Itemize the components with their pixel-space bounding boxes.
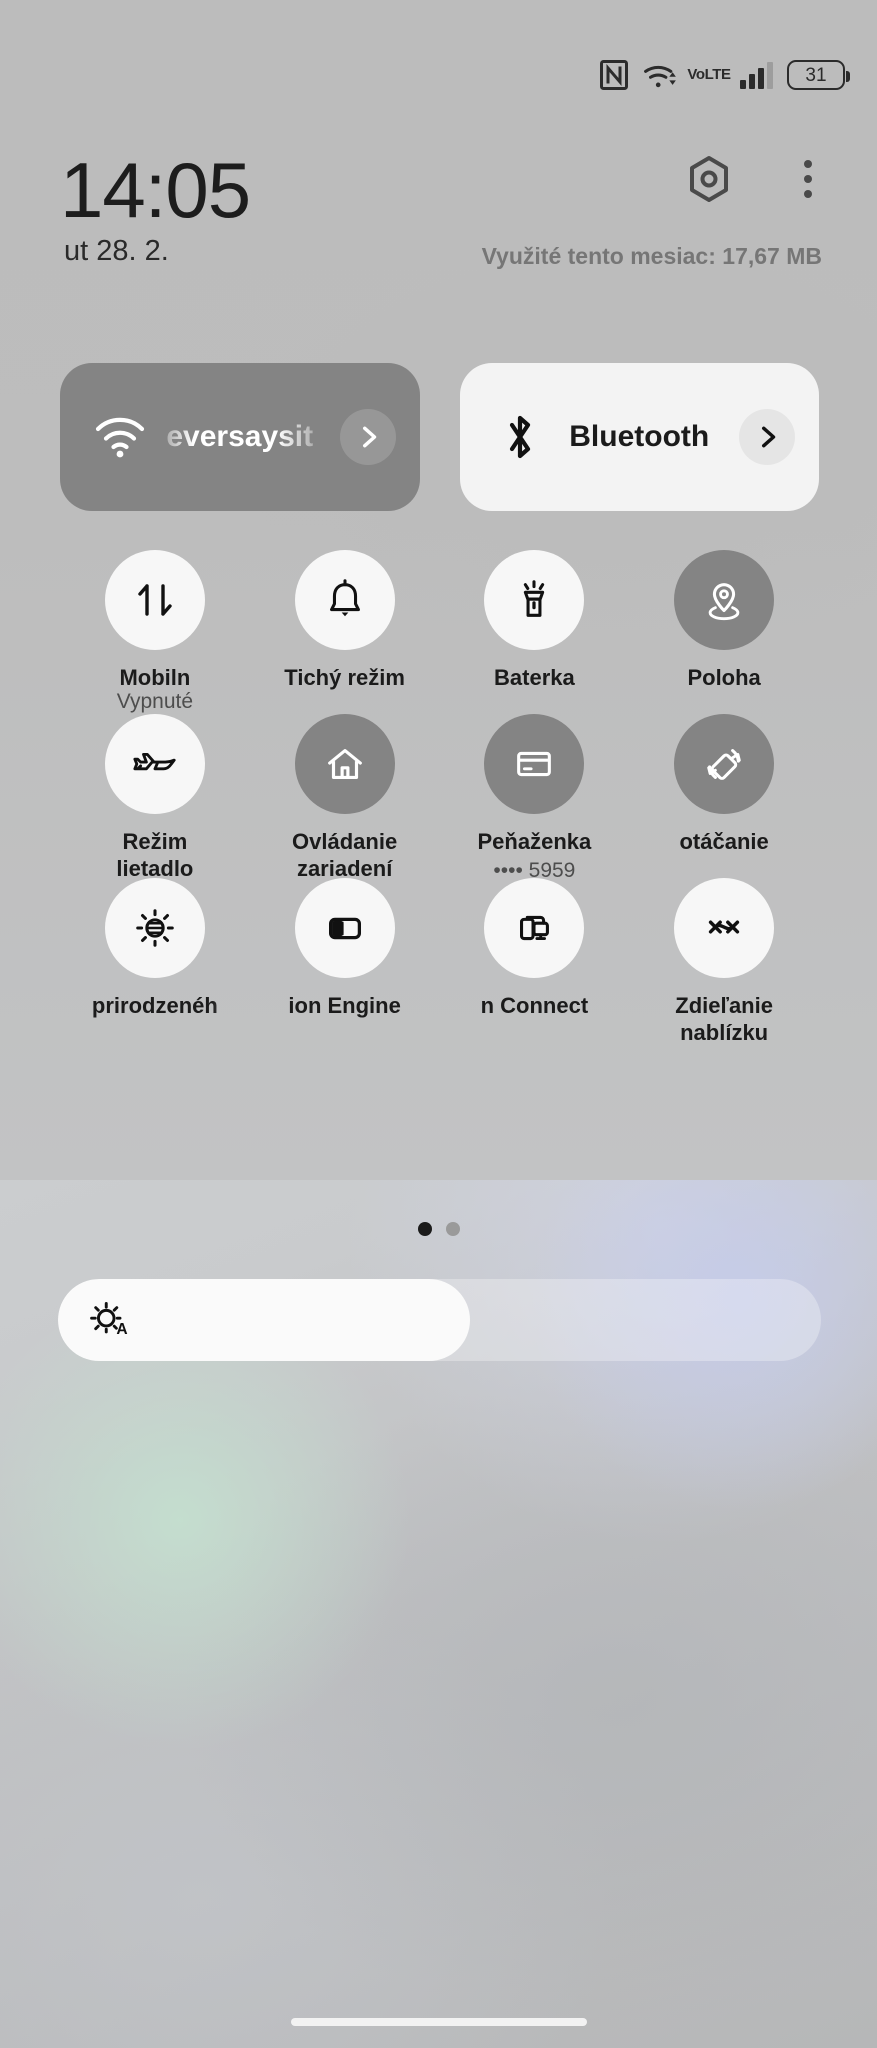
tile-circle [484, 878, 585, 978]
hex-settings-icon[interactable] [686, 155, 732, 203]
tile-label: ion Engine [288, 993, 401, 1018]
nfc-icon [600, 60, 628, 90]
tile-label: otáčanie [679, 829, 769, 854]
tile-flashlight[interactable]: Baterka [440, 550, 630, 714]
battery-level-text: 31 [805, 64, 827, 86]
auto-brightness-icon: A [86, 1297, 132, 1343]
tile-circle [674, 878, 775, 978]
data-transfer-icon [138, 584, 172, 616]
tile-airplane-mode[interactable]: Režim lietadlo [60, 714, 250, 881]
tile-circle [674, 550, 775, 650]
data-usage-label: Využité tento mesiac: 17,67 MB [481, 243, 822, 269]
quick-settings-grid: Mobiln Vypnuté Tichý režim Baterka Poloh… [60, 550, 819, 1045]
tile-xiaomi-connect[interactable]: n Connect [440, 878, 630, 1042]
connectivity-cards: eversaysit Bluetooth [60, 363, 819, 511]
airplane-icon [133, 752, 176, 771]
header-buttons [686, 155, 824, 203]
tile-circle [484, 714, 585, 814]
chevron-right-icon[interactable] [739, 409, 795, 465]
tile-label: prirodzenéh [91, 993, 218, 1018]
rotate-icon [707, 749, 741, 780]
split-square-icon [328, 917, 361, 940]
chevron-right-icon[interactable] [339, 409, 396, 465]
nearby-share-icon [708, 920, 740, 934]
wifi-network-name: eversaysit [166, 420, 314, 453]
status-bar: Vo LTE 31 [0, 0, 877, 150]
flashlight-icon [524, 580, 545, 617]
tile-label: n Connect [480, 993, 589, 1018]
brightness-slider[interactable]: A [58, 1279, 821, 1361]
tile-label: Režim lietadlo [116, 829, 194, 881]
tile-circle [294, 714, 395, 814]
bell-icon [329, 579, 360, 617]
volte-icon: Vo LTE [687, 59, 731, 91]
tile-circle [104, 878, 205, 978]
tile-label: Ovládanie zariadení [292, 829, 398, 881]
wifi-icon [94, 411, 146, 463]
tile-label: Baterka [494, 665, 575, 690]
kebab-menu-icon[interactable] [792, 156, 824, 202]
cast-devices-icon [520, 915, 550, 941]
header: 14:05 ut 28. 2. Využité tento mesiac: 17… [60, 146, 824, 295]
tile-mobile-data[interactable]: Mobiln Vypnuté [60, 550, 250, 714]
bluetooth-label: Bluetooth [569, 420, 710, 453]
signal-bars-icon [740, 61, 773, 89]
tile-reading-mode[interactable]: prirodzenéh [60, 878, 250, 1042]
tile-label: Poloha [687, 665, 761, 690]
sun-contrast-icon [136, 909, 174, 947]
card-icon [517, 751, 552, 777]
bluetooth-icon [494, 411, 546, 463]
home-icon [327, 749, 362, 779]
clock: 14:05 [60, 146, 251, 234]
tile-label: Mobiln [119, 665, 191, 686]
wifi-icon [642, 60, 678, 90]
location-pin-icon [708, 583, 740, 621]
tile-wallet[interactable]: Peňaženka •••• 5959 [440, 714, 630, 882]
control-center-screen: Vo LTE 31 14:05 ut 28. 2. Využité tento … [0, 0, 877, 2048]
tile-location[interactable]: Poloha [629, 550, 819, 714]
tile-device-controls[interactable]: Ovládanie zariadení [250, 714, 440, 881]
battery-indicator: 31 [787, 60, 850, 90]
volte-top-text: Vo [687, 66, 705, 83]
bluetooth-card[interactable]: Bluetooth [459, 363, 819, 511]
volte-bottom-text: LTE [704, 66, 731, 83]
page-dot-active[interactable] [417, 1222, 432, 1236]
page-indicator[interactable] [0, 1222, 877, 1236]
tile-label: Peňaženka [477, 829, 592, 854]
tile-silent-mode[interactable]: Tichý režim [250, 550, 440, 714]
tile-circle [294, 878, 395, 978]
page-dot-inactive[interactable] [445, 1222, 460, 1236]
home-indicator[interactable] [290, 2018, 587, 2026]
tile-circle [484, 550, 585, 650]
tile-circle [674, 714, 775, 814]
tile-vision-engine[interactable]: ion Engine [250, 878, 440, 1042]
date-label: ut 28. 2. [64, 235, 169, 267]
tile-circle [104, 714, 205, 814]
wifi-card[interactable]: eversaysit [60, 363, 420, 511]
tile-label: Zdieľanie nablízku [675, 993, 773, 1045]
tile-auto-rotate[interactable]: otáčanie [629, 714, 819, 878]
tile-circle [294, 550, 395, 650]
tile-nearby-share[interactable]: Zdieľanie nablízku [629, 878, 819, 1045]
tile-circle [104, 550, 205, 650]
tile-sublabel: Vypnuté [116, 690, 194, 713]
svg-text:A: A [116, 1321, 127, 1338]
tile-label: Tichý režim [284, 665, 405, 690]
